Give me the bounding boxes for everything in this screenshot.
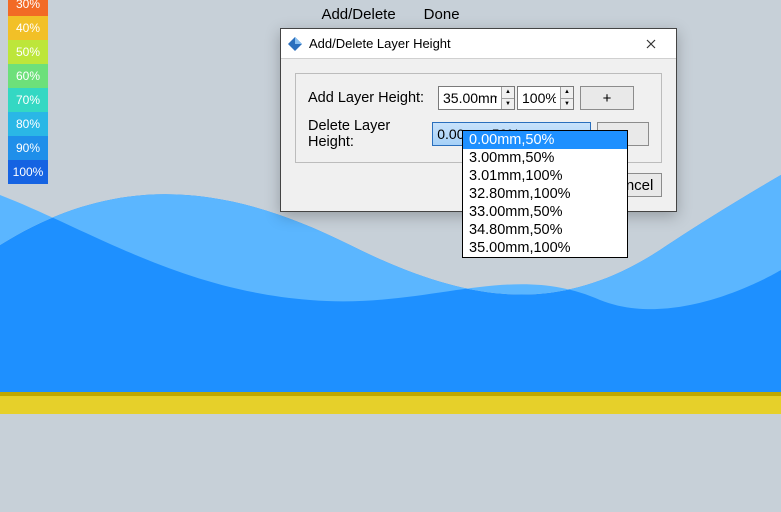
dropdown-item[interactable]: 3.01mm,100% <box>463 167 627 185</box>
add-height-input[interactable] <box>439 87 501 109</box>
dropdown-item[interactable]: 3.00mm,50% <box>463 149 627 167</box>
close-button[interactable] <box>630 30 672 58</box>
dialog-titlebar[interactable]: Add/Delete Layer Height <box>281 29 676 59</box>
legend-cell: 50% <box>8 40 48 64</box>
add-height-spinner[interactable]: ▲ ▼ <box>438 86 515 110</box>
delete-layer-label: Delete Layer Height: <box>308 118 432 150</box>
delete-layer-dropdown-list[interactable]: 0.00mm,50%3.00mm,50%3.01mm,100%32.80mm,1… <box>462 130 628 258</box>
legend-cell: 90% <box>8 136 48 160</box>
done-button[interactable]: Done <box>424 6 460 23</box>
legend-cell: 100% <box>8 160 48 184</box>
spinner-up-icon[interactable]: ▲ <box>561 87 573 99</box>
app-icon <box>287 36 303 52</box>
add-percent-spinner[interactable]: ▲ ▼ <box>517 86 574 110</box>
spinner-down-icon[interactable]: ▼ <box>502 99 514 110</box>
add-percent-input[interactable] <box>518 87 560 109</box>
top-toolbar: Add/Delete Done <box>0 6 781 23</box>
add-layer-label: Add Layer Height: <box>308 90 438 106</box>
dropdown-item[interactable]: 32.80mm,100% <box>463 185 627 203</box>
dropdown-item[interactable]: 0.00mm,50% <box>463 131 627 149</box>
dropdown-item[interactable]: 34.80mm,50% <box>463 221 627 239</box>
legend-cell: 80% <box>8 112 48 136</box>
spinner-down-icon[interactable]: ▼ <box>561 99 573 110</box>
legend-cell: 70% <box>8 88 48 112</box>
dropdown-item[interactable]: 33.00mm,50% <box>463 203 627 221</box>
spinner-up-icon[interactable]: ▲ <box>502 87 514 99</box>
dialog-title: Add/Delete Layer Height <box>309 36 630 51</box>
dropdown-item[interactable]: 35.00mm,100% <box>463 239 627 257</box>
legend-cell: 60% <box>8 64 48 88</box>
add-delete-button[interactable]: Add/Delete <box>321 6 395 23</box>
density-legend: 30%40%50%60%70%80%90%100% <box>8 0 48 184</box>
add-layer-row: Add Layer Height: ▲ ▼ ▲ ▼ + <box>308 86 649 110</box>
add-button[interactable]: + <box>580 86 634 110</box>
close-icon <box>646 39 656 49</box>
